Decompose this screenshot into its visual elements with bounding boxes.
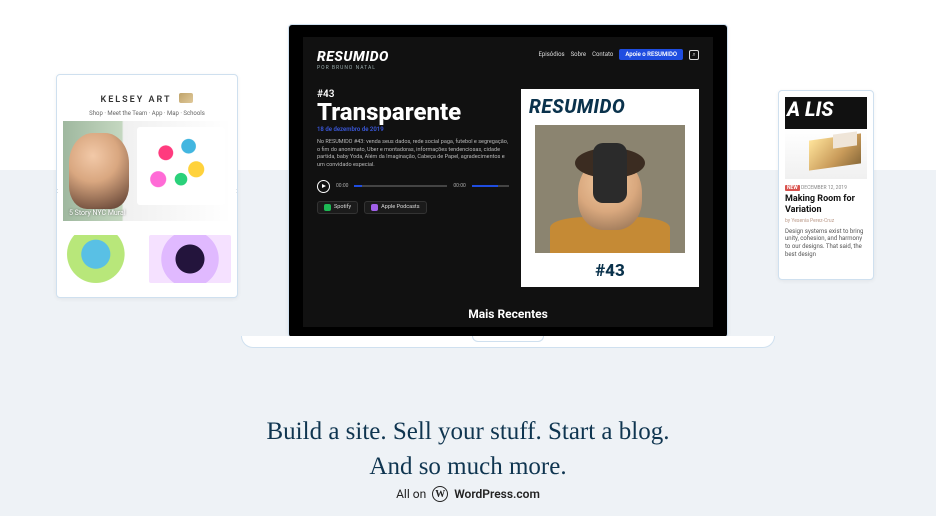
menu-contact[interactable]: Contato	[592, 51, 613, 58]
episode-photo	[535, 125, 685, 253]
podcast-header: RESUMIDO POR BRUNO NATAL Episódios Sobre…	[317, 49, 699, 71]
episode-card: RESUMIDO #43	[521, 89, 699, 287]
hero-caption: 5 Story NYC Mural	[69, 209, 126, 217]
card-title: RESUMIDO	[521, 89, 699, 118]
menu-about[interactable]: Sobre	[571, 51, 587, 58]
site-nav: Shop · Meet the Team · App · Map · Schoo…	[63, 110, 231, 117]
podcast-menu: Episódios Sobre Contato Apoie o RESUMIDO…	[538, 49, 699, 60]
mural-illustration	[137, 127, 225, 205]
thumb-1[interactable]	[63, 235, 145, 283]
apple-podcasts-badge[interactable]: Apple Podcasts	[364, 201, 426, 214]
recent-heading: Mais Recentes	[303, 307, 713, 321]
episode-description: No RESUMIDO #43: venda seus dados, rede …	[317, 139, 509, 170]
article-illustration	[785, 129, 867, 179]
apple-podcasts-icon	[371, 204, 378, 211]
article-meta: NEW DECEMBER 12, 2019	[785, 185, 867, 191]
laptop-base	[241, 336, 775, 348]
article-title: Making Room for Variation	[785, 194, 867, 216]
showcase-carousel: KELSEY ART Shop · Meet the Team · App · …	[0, 0, 936, 350]
slide-kelsey-art[interactable]: KELSEY ART Shop · Meet the Team · App · …	[56, 74, 238, 298]
spotify-label: Spotify	[334, 204, 351, 210]
card-episode-number: #43	[521, 261, 699, 281]
brand-block: RESUMIDO POR BRUNO NATAL	[317, 49, 389, 71]
headline-line-2: And so much more.	[0, 449, 936, 484]
hero-headline: Build a site. Sell your stuff. Start a b…	[0, 414, 936, 484]
carousel-next-icon[interactable]: ›	[236, 186, 238, 197]
search-icon[interactable]: ⌕	[689, 50, 699, 60]
menu-episodes[interactable]: Episódios	[538, 51, 564, 58]
butterfly-icon	[179, 93, 193, 103]
new-badge: NEW	[785, 185, 800, 191]
progress-bar[interactable]	[354, 185, 447, 187]
spotify-icon	[324, 204, 331, 211]
slide-resumido[interactable]: RESUMIDO POR BRUNO NATAL Episódios Sobre…	[288, 24, 728, 338]
brand-title: RESUMIDO	[317, 49, 389, 65]
listen-badges: Spotify Apple Podcasts	[317, 201, 509, 214]
apple-podcasts-label: Apple Podcasts	[381, 204, 419, 210]
audio-player: 00:00 00:00	[317, 180, 509, 193]
site-header: KELSEY ART	[63, 81, 231, 110]
carousel-prev-icon[interactable]: ‹	[56, 186, 58, 197]
slide-a-list-apart[interactable]: A LIS NEW DECEMBER 12, 2019 Making Room …	[778, 90, 874, 280]
article-byline: by Yesenia Perez-Cruz	[785, 218, 867, 224]
magazine-title-fragment: A LIS	[785, 97, 867, 129]
footer-prefix: All on	[396, 487, 426, 501]
article-date: DECEMBER 12, 2019	[801, 185, 847, 191]
episode-date: 18 de dezembro de 2019	[317, 126, 509, 133]
gallery-thumbs	[63, 235, 231, 283]
brand-subtitle: POR BRUNO NATAL	[317, 65, 389, 71]
site-logo-text: KELSEY ART	[101, 95, 172, 105]
episode-info: #43 Transparente 18 de dezembro de 2019 …	[317, 89, 509, 287]
time-total: 00:00	[453, 183, 465, 189]
hero-image: 5 Story NYC Mural	[63, 121, 231, 221]
episode-title: Transparente	[317, 100, 509, 124]
wordpress-logo-icon: W	[432, 486, 448, 502]
footer-brand: WordPress.com	[454, 487, 540, 501]
footer-tagline: All on W WordPress.com	[0, 486, 936, 502]
volume-bar[interactable]	[472, 185, 509, 187]
time-elapsed: 00:00	[336, 183, 348, 189]
person-illustration	[69, 133, 129, 209]
thumb-2[interactable]	[149, 235, 231, 283]
play-button-icon[interactable]	[317, 180, 330, 193]
support-button[interactable]: Apoie o RESUMIDO	[619, 49, 683, 60]
spotify-badge[interactable]: Spotify	[317, 201, 358, 214]
headline-line-1: Build a site. Sell your stuff. Start a b…	[0, 414, 936, 449]
article-excerpt: Design systems exist to bring unity, coh…	[785, 228, 867, 259]
